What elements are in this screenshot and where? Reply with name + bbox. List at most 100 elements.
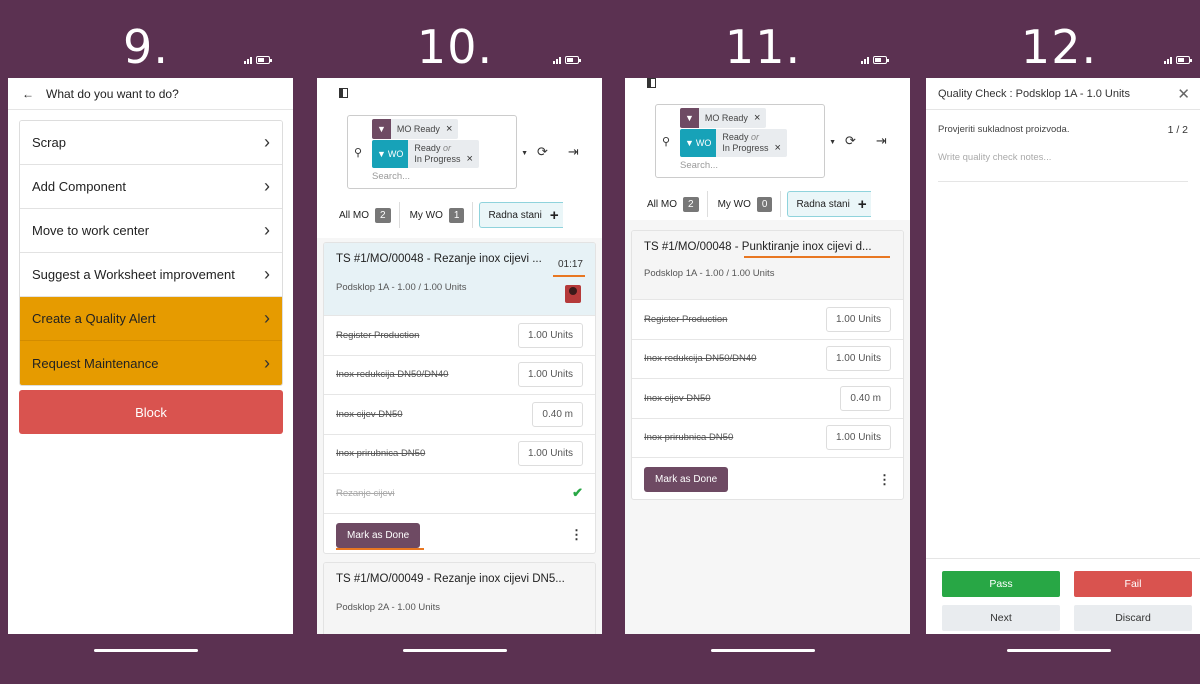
quantity-field[interactable]: 1.00 Units xyxy=(517,322,583,348)
sidebar-toggle-icon[interactable] xyxy=(647,78,656,88)
highlight-underline xyxy=(744,256,890,258)
component-row[interactable]: Inox cijev DN50 0.40 m xyxy=(632,378,903,418)
phone-screen: Quality Check : Podsklop 1A - 1.0 Units … xyxy=(926,78,1200,634)
quantity-field[interactable]: 1.00 Units xyxy=(517,441,583,467)
caret-down-icon[interactable]: ▼ xyxy=(521,150,528,157)
count-badge: 1 xyxy=(448,207,465,223)
search-panel[interactable]: ⚲ ▼ MO Ready × ▼ WO Ready or In Progress … xyxy=(347,115,528,189)
logout-icon[interactable]: ⇥ xyxy=(876,133,887,149)
quantity-field[interactable]: 1.00 Units xyxy=(825,306,891,332)
component-name: Inox redukcija DN50/DN40 xyxy=(336,369,449,381)
filter-facet-wo[interactable]: ▼ WO Ready or In Progress × xyxy=(372,140,479,168)
remove-facet-icon[interactable]: × xyxy=(466,153,478,165)
action-scrap[interactable]: Scrap › xyxy=(20,121,282,165)
next-button[interactable]: Next xyxy=(942,604,1060,631)
component-name: Inox cijev DN50 xyxy=(336,408,403,420)
search-input[interactable]: Search... xyxy=(372,171,410,182)
block-button[interactable]: Block xyxy=(19,390,283,434)
refresh-icon[interactable]: ⟳ xyxy=(537,144,548,160)
remove-facet-icon[interactable]: × xyxy=(774,142,786,154)
tab-label: All MO xyxy=(339,209,369,221)
work-order-card[interactable]: TS #1/MO/00048 - Rezanje inox cijevi ...… xyxy=(323,242,596,554)
tab-bar: All MO 2 My WO 1 Radna stani + xyxy=(331,202,563,228)
signal-icon xyxy=(244,56,252,64)
tab-all-mo[interactable]: All MO 2 xyxy=(331,202,400,228)
refresh-icon[interactable]: ⟳ xyxy=(845,133,856,149)
component-row[interactable]: Inox prirubnica DN50 1.00 Units xyxy=(632,417,903,458)
action-add-component[interactable]: Add Component › xyxy=(20,165,282,209)
completed-step-row[interactable]: Rezanje cijevi ✔ xyxy=(324,473,595,513)
facet-value: In Progress xyxy=(722,143,769,153)
work-order-card[interactable]: TS #1/MO/00049 - Rezanje inox cijevi DN5… xyxy=(323,562,596,634)
battery-icon xyxy=(873,56,889,64)
discard-button[interactable]: Discard xyxy=(1074,604,1192,631)
search-input[interactable]: Search... xyxy=(680,160,718,171)
logout-icon[interactable]: ⇥ xyxy=(568,144,579,160)
search-icon: ⚲ xyxy=(354,147,363,159)
filter-facet-mo-ready[interactable]: ▼ MO Ready × xyxy=(680,108,767,128)
search-panel[interactable]: ⚲ ▼ MO Ready × ▼ WO Ready or In Progress … xyxy=(655,104,836,178)
mark-as-done-button[interactable]: Mark as Done xyxy=(336,522,421,548)
quantity-field[interactable]: 0.40 m xyxy=(840,385,891,411)
facet-value: Ready xyxy=(722,132,749,142)
action-label: Add Component xyxy=(32,179,126,194)
action-create-quality-alert[interactable]: Create a Quality Alert › xyxy=(20,297,282,341)
component-row[interactable]: Register Production 1.00 Units xyxy=(324,315,595,355)
filter-icon: ▼ xyxy=(680,108,699,128)
remove-facet-icon[interactable]: × xyxy=(754,112,766,124)
chevron-right-icon: › xyxy=(264,264,270,284)
fail-button[interactable]: Fail xyxy=(1074,571,1192,597)
filter-facet-mo-ready[interactable]: ▼ MO Ready × xyxy=(372,119,459,139)
component-name: Inox prirubnica DN50 xyxy=(644,432,734,444)
step-number: 12. xyxy=(1020,20,1098,74)
phone-screen: ← What do you want to do? Scrap › Add Com… xyxy=(8,78,293,634)
more-options-icon[interactable]: ⋮ xyxy=(570,527,583,543)
sidebar-toggle-icon[interactable] xyxy=(339,88,348,98)
component-row[interactable]: Inox prirubnica DN50 1.00 Units xyxy=(324,433,595,474)
highlight-underline xyxy=(553,275,585,277)
dialog-footer: Pass Fail Next Discard xyxy=(926,558,1200,634)
work-order-title: TS #1/MO/00048 - Punktiranje inox cijevi… xyxy=(644,241,891,253)
component-row[interactable]: Inox redukcija DN50/DN40 1.00 Units xyxy=(324,354,595,395)
remove-facet-icon[interactable]: × xyxy=(446,123,458,135)
mark-as-done-button[interactable]: Mark as Done xyxy=(644,467,729,492)
chevron-right-icon: › xyxy=(264,308,270,328)
add-icon[interactable]: + xyxy=(550,207,559,224)
filter-icon: ▼ xyxy=(372,119,391,139)
close-icon[interactable]: ✕ xyxy=(1177,85,1190,103)
quantity-field[interactable]: 1.00 Units xyxy=(825,346,891,372)
action-suggest-worksheet-improvement[interactable]: Suggest a Worksheet improvement › xyxy=(20,253,282,297)
chevron-right-icon: › xyxy=(264,220,270,240)
count-badge: 2 xyxy=(375,207,391,223)
status-bar xyxy=(553,56,581,64)
more-options-icon[interactable]: ⋮ xyxy=(878,472,891,488)
quantity-field[interactable]: 1.00 Units xyxy=(517,362,583,388)
tab-my-wo[interactable]: My WO 1 xyxy=(400,202,474,228)
component-row[interactable]: Inox redukcija DN50/DN40 1.00 Units xyxy=(632,338,903,379)
add-icon[interactable]: + xyxy=(858,196,867,213)
filter-facet-wo[interactable]: ▼ WO Ready or In Progress × xyxy=(680,129,787,157)
action-move-to-work-center[interactable]: Move to work center › xyxy=(20,209,282,253)
step-number: 10. xyxy=(416,20,494,74)
work-order-subtitle: Podsklop 2A - 1.00 Units xyxy=(336,602,441,613)
action-label: Suggest a Worksheet improvement xyxy=(32,267,235,282)
frame-step-11: 11. ⚲ ▼ MO Ready × ▼ WO Ready or In Progr… xyxy=(617,0,910,684)
tab-my-wo[interactable]: My WO 0 xyxy=(708,191,782,217)
back-arrow-icon[interactable]: ← xyxy=(22,87,34,101)
quantity-field[interactable]: 1.00 Units xyxy=(825,425,891,451)
tab-work-center[interactable]: Radna stani + xyxy=(479,202,563,228)
action-list: Scrap › Add Component › Move to work cente… xyxy=(19,120,283,386)
tab-work-center[interactable]: Radna stani + xyxy=(787,191,871,217)
component-row[interactable]: Inox cijev DN50 0.40 m xyxy=(324,394,595,434)
component-name: Inox redukcija DN50/DN40 xyxy=(644,353,757,365)
pass-button[interactable]: Pass xyxy=(942,571,1060,597)
quantity-field[interactable]: 0.40 m xyxy=(532,401,583,427)
caret-down-icon[interactable]: ▼ xyxy=(829,139,836,146)
work-order-card[interactable]: TS #1/MO/00048 - Punktiranje inox cijevi… xyxy=(631,230,904,500)
tab-label: My WO xyxy=(409,209,443,221)
quality-notes-input[interactable]: Write quality check notes... xyxy=(938,152,1188,182)
dialog-header: ← What do you want to do? xyxy=(8,78,293,110)
component-row[interactable]: Register Production 1.00 Units xyxy=(632,299,903,339)
action-request-maintenance[interactable]: Request Maintenance › xyxy=(20,341,282,385)
tab-all-mo[interactable]: All MO 2 xyxy=(639,191,708,217)
